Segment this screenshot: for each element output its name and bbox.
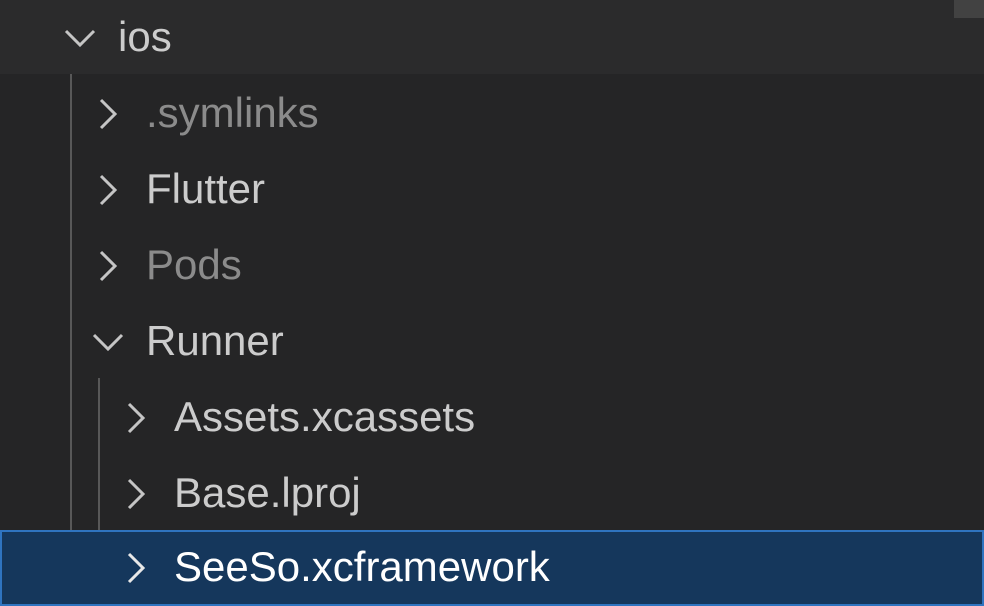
tree-item-seeso-xcframework[interactable]: SeeSo.xcframework (0, 530, 984, 606)
tree-item-label: Assets.xcassets (174, 393, 476, 440)
tree-item-label: SeeSo.xcframework (174, 543, 550, 590)
chevron-down-icon[interactable] (60, 18, 100, 58)
tree-item-label: Pods (146, 241, 242, 288)
chevron-right-icon[interactable] (116, 398, 156, 438)
chevron-right-icon[interactable] (88, 246, 128, 286)
tree-item-runner[interactable]: Runner (0, 304, 984, 380)
chevron-right-icon[interactable] (116, 548, 156, 588)
scrollbar-thumb[interactable] (954, 0, 984, 18)
chevron-right-icon[interactable] (116, 474, 156, 514)
tree-item-flutter[interactable]: Flutter (0, 152, 984, 228)
tree-item-pods[interactable]: Pods (0, 228, 984, 304)
tree-item-base-lproj[interactable]: Base.lproj (0, 456, 984, 532)
tree-item-label: Runner (146, 317, 284, 364)
file-explorer-tree: ios .symlinks Flutter Pods Runner Assets… (0, 0, 984, 606)
tree-item-symlinks[interactable]: .symlinks (0, 76, 984, 152)
tree-item-label: Flutter (146, 165, 266, 212)
tree-item-label: ios (118, 13, 172, 60)
chevron-down-icon[interactable] (88, 322, 128, 362)
tree-item-assets-xcassets[interactable]: Assets.xcassets (0, 380, 984, 456)
tree-item-ios[interactable]: ios (0, 0, 984, 74)
chevron-right-icon[interactable] (88, 170, 128, 210)
tree-item-label: .symlinks (146, 89, 319, 136)
tree-item-label: Base.lproj (174, 469, 361, 516)
chevron-right-icon[interactable] (88, 94, 128, 134)
